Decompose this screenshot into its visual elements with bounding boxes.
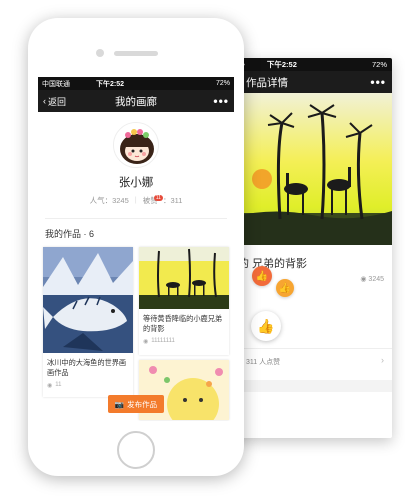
nav-bar: 作品详情 •••: [232, 71, 392, 93]
chevron-left-icon: ‹: [43, 96, 46, 106]
back-button[interactable]: ‹ 返回: [43, 95, 66, 108]
work-thumbnail: [139, 247, 229, 309]
divider: [232, 380, 392, 392]
carrier: 中国联通: [42, 80, 70, 88]
more-icon[interactable]: •••: [370, 75, 386, 89]
view-count: ◉ 11111111: [143, 338, 175, 345]
battery-level: 72%: [371, 60, 387, 69]
status-time: 下午2:52: [96, 80, 125, 88]
speaker-grill: [114, 51, 158, 56]
likes-row[interactable]: 311 人点赞 ›: [232, 348, 392, 367]
page-title: 我的画廊: [115, 95, 157, 108]
likes-text: 311 人点赞: [246, 359, 281, 366]
profile-header: 张小娜 人气：3245 | 被赞11 ：311: [38, 112, 234, 206]
camera-icon: 📷: [114, 399, 125, 409]
home-button[interactable]: [117, 431, 155, 469]
nav-bar: ‹ 返回 我的画廊 •••: [38, 90, 234, 112]
work-card[interactable]: 等待黄昏降临的小鹿兄弟 的背影 ◉ 11111111: [139, 247, 229, 355]
publish-button[interactable]: 📷 发布作品: [108, 395, 164, 413]
user-stats: 人气：3245 | 被赞11 ：311: [38, 195, 234, 206]
artwork-image[interactable]: [232, 93, 392, 245]
user-name: 张小娜: [118, 177, 154, 189]
popularity-stat: 人气：3245: [89, 196, 129, 205]
gallery-screen: 中国联通 下午2:52 72% ‹ 返回 我的画廊 ••• 张小娜 人气：324…: [38, 77, 234, 421]
camera-lens: [96, 49, 104, 57]
eye-icon: ◉: [47, 382, 53, 389]
likes-badge: 11: [153, 195, 163, 201]
divider: |: [134, 195, 137, 204]
work-card[interactable]: 冰川中的大海鱼的世界画 画作品 ◉ 11: [43, 247, 133, 397]
thumbs-up-icon: 👍: [257, 317, 275, 334]
likes-stat: 被赞11 ：311: [142, 195, 183, 205]
battery-level: 72%: [215, 80, 230, 87]
chevron-right-icon: ›: [381, 355, 384, 365]
status-time: 下午2:52: [266, 60, 297, 69]
work-thumbnail: [43, 247, 133, 353]
eye-icon: ◉: [360, 276, 367, 283]
view-count: ◉ 11: [47, 382, 62, 389]
like-button[interactable]: 👍: [251, 311, 281, 341]
page-title: 作品详情: [246, 76, 288, 89]
detail-screen: ••• 下午2:52 72% 作品详情 •••: [232, 58, 392, 438]
status-bar: 中国联通 下午2:52 72%: [38, 77, 234, 90]
eye-icon: ◉: [143, 338, 149, 345]
status-bar: ••• 下午2:52 72%: [232, 58, 392, 71]
thumbs-up-icon[interactable]: 👍: [252, 266, 272, 286]
more-icon[interactable]: •••: [213, 94, 229, 108]
work-caption: 等待黄昏降临的小鹿兄弟 的背影: [143, 314, 223, 334]
avatar[interactable]: [113, 122, 159, 168]
work-caption: 冰川中的大海鱼的世界画 画作品: [47, 358, 127, 378]
works-section-title: 我的作品 · 6: [45, 218, 227, 240]
phone-frame: 中国联通 下午2:52 72% ‹ 返回 我的画廊 ••• 张小娜 人气：324…: [28, 18, 244, 476]
thumbs-up-icon[interactable]: 👍: [276, 279, 294, 297]
